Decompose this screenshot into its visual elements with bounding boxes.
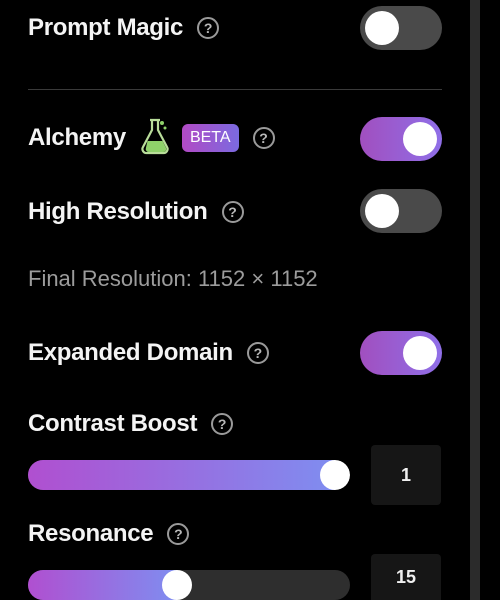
toggle-knob: [365, 11, 399, 45]
expanded-domain-label: Expanded Domain: [28, 339, 233, 366]
alchemy-row: Alchemy BETA ?: [28, 118, 275, 158]
alchemy-toggle[interactable]: [360, 117, 442, 161]
contrast-boost-slider[interactable]: [28, 460, 350, 490]
settings-panel: Prompt Magic ? Alchemy BETA ? High Resol…: [0, 0, 500, 600]
high-resolution-row: High Resolution ?: [28, 194, 244, 230]
contrast-boost-label: Contrast Boost: [28, 410, 198, 437]
high-resolution-toggle[interactable]: [360, 189, 442, 233]
scrollbar[interactable]: [470, 0, 480, 600]
prompt-magic-row: Prompt Magic ?: [28, 10, 220, 46]
resonance-help-icon[interactable]: ?: [167, 523, 190, 545]
alchemy-label: Alchemy: [28, 124, 126, 151]
slider-fill: [28, 570, 177, 600]
high-resolution-help-icon[interactable]: ?: [221, 201, 244, 223]
contrast-boost-help-icon[interactable]: ?: [211, 413, 234, 435]
expanded-domain-row: Expanded Domain ?: [28, 335, 269, 371]
prompt-magic-toggle[interactable]: [360, 6, 442, 50]
final-resolution-text: Final Resolution: 1152 × 1152: [28, 266, 318, 291]
resonance-value[interactable]: 15: [371, 554, 441, 600]
resonance-slider[interactable]: [28, 570, 350, 600]
toggle-knob: [403, 122, 437, 156]
contrast-boost-row: Contrast Boost ?: [28, 406, 234, 442]
toggle-knob: [403, 336, 437, 370]
high-resolution-label: High Resolution: [28, 198, 208, 225]
section-divider: [28, 89, 442, 90]
slider-thumb[interactable]: [320, 460, 350, 490]
prompt-magic-label: Prompt Magic: [28, 14, 184, 41]
contrast-boost-value[interactable]: 1: [371, 445, 441, 505]
expanded-domain-help-icon[interactable]: ?: [246, 342, 269, 364]
toggle-knob: [365, 194, 399, 228]
flask-icon: [140, 117, 170, 160]
alchemy-help-icon[interactable]: ?: [252, 127, 275, 149]
resonance-label: Resonance: [28, 520, 154, 547]
resonance-row: Resonance ?: [28, 516, 190, 552]
beta-badge: BETA: [181, 124, 239, 152]
prompt-magic-help-icon[interactable]: ?: [197, 17, 220, 39]
slider-fill: [28, 460, 335, 490]
slider-thumb[interactable]: [162, 570, 192, 600]
expanded-domain-toggle[interactable]: [360, 331, 442, 375]
